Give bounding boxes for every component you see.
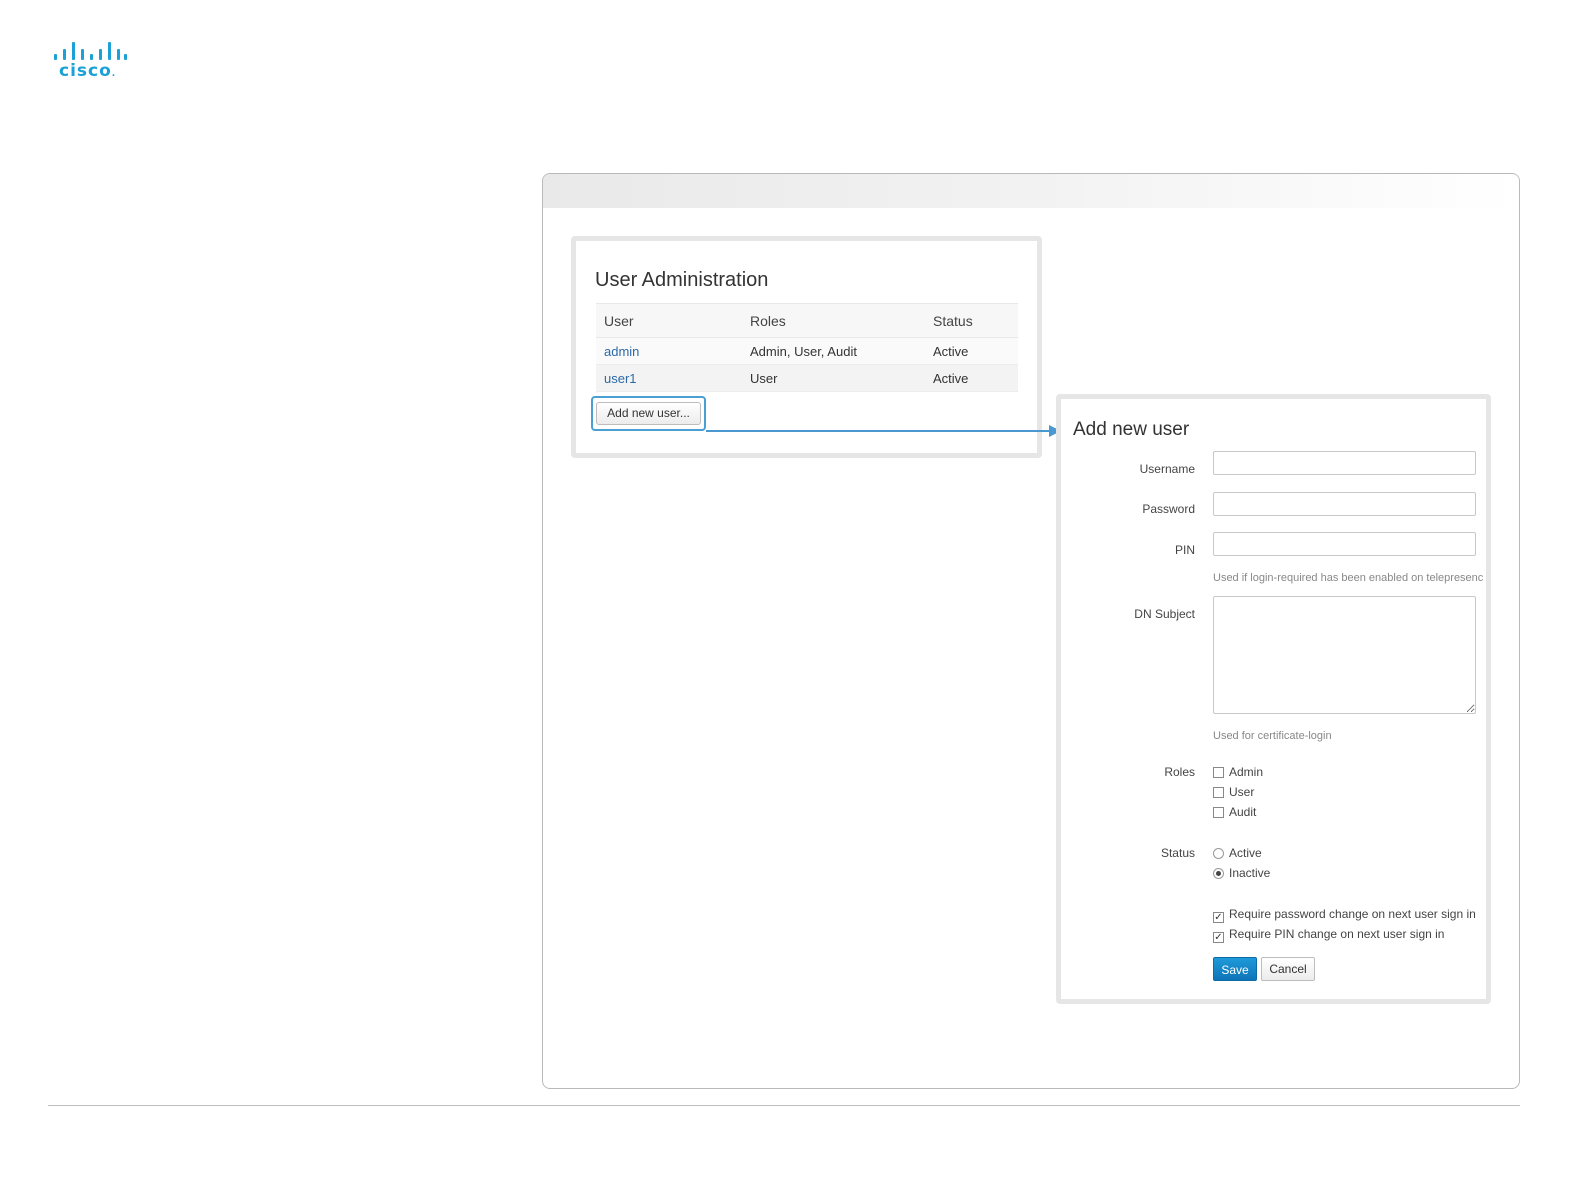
add-new-user-button[interactable]: Add new user... — [596, 402, 701, 425]
column-header-status: Status — [925, 303, 1018, 338]
role-option-label: User — [1229, 785, 1255, 799]
table-row: user1 User Active — [596, 364, 1018, 392]
role-option-admin[interactable]: Admin — [1213, 765, 1263, 779]
table-row: admin Admin, User, Audit Active — [596, 337, 1018, 365]
role-option-label: Admin — [1229, 765, 1264, 779]
status-option-label: Inactive — [1229, 866, 1271, 880]
cisco-logo: cisco. — [52, 40, 128, 84]
roles-cell: Admin, User, Audit — [742, 337, 925, 365]
dn-subject-label: DN Subject — [1134, 607, 1195, 621]
require-pin-change-label: Require PIN change on next user sign in — [1229, 927, 1445, 941]
users-table: User Roles Status admin Admin, User, Aud… — [596, 303, 1018, 392]
add-new-user-panel: Add new user Username Password PIN Used … — [1056, 394, 1491, 1004]
user-administration-panel: User Administration User Roles Status ad… — [571, 236, 1042, 458]
require-password-change-label: Require password change on next user sig… — [1229, 907, 1476, 921]
user-checkbox[interactable] — [1213, 787, 1224, 798]
cancel-button[interactable]: Cancel — [1261, 957, 1315, 981]
status-label: Status — [1160, 846, 1195, 860]
status-option-active[interactable]: Active — [1213, 846, 1262, 860]
column-header-roles: Roles — [742, 303, 925, 338]
status-option-inactive[interactable]: Inactive — [1213, 866, 1270, 880]
cisco-logo-word: cisco. — [59, 61, 117, 81]
audit-checkbox[interactable] — [1213, 807, 1224, 818]
users-table-header: User Roles Status — [596, 303, 1018, 338]
password-label: Password — [1142, 502, 1195, 516]
password-input[interactable] — [1213, 492, 1476, 516]
add-new-user-title: Add new user — [1073, 419, 1190, 440]
username-input[interactable] — [1213, 451, 1476, 475]
callout-connector-line — [706, 430, 1051, 432]
column-header-user: User — [596, 303, 742, 338]
footer-divider — [48, 1105, 1520, 1106]
require-password-change-checkbox[interactable]: ✓ — [1213, 912, 1224, 923]
status-cell: Active — [925, 337, 1018, 365]
roles-cell: User — [742, 364, 925, 392]
status-option-label: Active — [1229, 846, 1262, 860]
user-link-admin[interactable]: admin — [604, 344, 639, 359]
dn-subject-textarea[interactable] — [1213, 596, 1476, 714]
user-cell: admin — [596, 337, 742, 365]
active-radio[interactable] — [1213, 848, 1224, 859]
admin-checkbox[interactable] — [1213, 767, 1224, 778]
save-button[interactable]: Save — [1213, 957, 1257, 981]
user-administration-title: User Administration — [595, 269, 769, 291]
roles-label: Roles — [1164, 765, 1195, 779]
status-cell: Active — [925, 364, 1018, 392]
username-label: Username — [1139, 462, 1195, 476]
pin-label: PIN — [1174, 543, 1195, 557]
role-option-audit[interactable]: Audit — [1213, 805, 1256, 819]
role-option-user[interactable]: User — [1213, 785, 1254, 799]
frame-header-bar — [543, 174, 1519, 208]
add-new-user-highlight: Add new user... — [591, 396, 706, 431]
require-pin-change-checkbox[interactable]: ✓ — [1213, 932, 1224, 943]
dn-subject-help-text: Used for certificate-login — [1213, 730, 1332, 742]
require-password-change-option[interactable]: ✓ Require password change on next user si… — [1213, 907, 1476, 923]
role-option-label: Audit — [1229, 805, 1257, 819]
require-pin-change-option[interactable]: ✓ Require PIN change on next user sign in — [1213, 927, 1445, 943]
pin-input[interactable] — [1213, 532, 1476, 556]
user-link-user1[interactable]: user1 — [604, 371, 637, 386]
cisco-logo-bars — [52, 40, 128, 60]
inactive-radio[interactable] — [1213, 868, 1224, 879]
pin-help-text: Used if login-required has been enabled … — [1213, 572, 1483, 584]
user-cell: user1 — [596, 364, 742, 392]
